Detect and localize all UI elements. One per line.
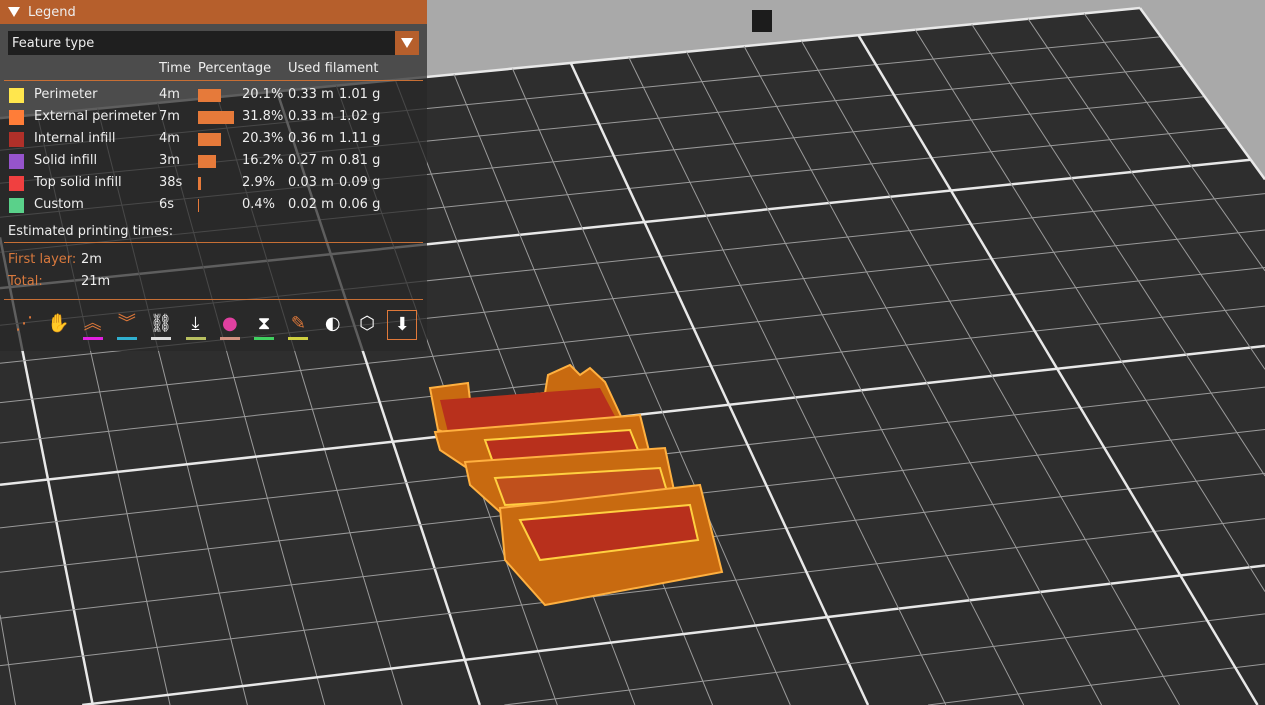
underline bbox=[151, 337, 172, 340]
feature-time: 6s bbox=[159, 197, 175, 212]
percentage-bar bbox=[198, 111, 234, 124]
feature-percentage: 16.2% bbox=[242, 153, 284, 168]
percentage-bar bbox=[198, 199, 199, 212]
legend-row[interactable]: External perimeter 7m 31.8% 0.33 m 1.02 … bbox=[0, 106, 427, 128]
feature-weight: 1.01 g bbox=[339, 87, 381, 102]
travel-icon: ⋰ bbox=[15, 313, 33, 334]
feature-percentage: 20.3% bbox=[242, 131, 284, 146]
feature-time: 3m bbox=[159, 153, 180, 168]
legend-row[interactable]: Solid infill 3m 16.2% 0.27 m 0.81 g bbox=[0, 150, 427, 172]
feature-label: Custom bbox=[34, 197, 84, 212]
header-percentage: Percentage bbox=[198, 61, 272, 76]
feature-weight: 1.02 g bbox=[339, 109, 381, 124]
legend-row[interactable]: Internal infill 4m 20.3% 0.36 m 1.11 g bbox=[0, 128, 427, 150]
retractions-icon: ︽ bbox=[83, 313, 102, 334]
tool-changes-icon: ⤓ bbox=[191, 313, 200, 334]
color-swatch bbox=[9, 110, 24, 125]
divider bbox=[4, 80, 423, 81]
legend-row[interactable]: Custom 6s 0.4% 0.02 m 0.06 g bbox=[0, 194, 427, 216]
underline bbox=[82, 337, 103, 340]
tool-marker-icon: ⬇ bbox=[394, 314, 410, 335]
seams-icon: ⛓ bbox=[149, 313, 173, 334]
center-of-gravity-icon: ◐ bbox=[324, 313, 341, 334]
legend-title: Legend bbox=[28, 4, 76, 20]
toggle-travel-button[interactable]: ⋰ bbox=[10, 310, 38, 338]
percentage-bar bbox=[198, 177, 202, 190]
collapse-triangle-icon bbox=[8, 7, 20, 17]
underline bbox=[185, 337, 206, 340]
feature-time: 4m bbox=[159, 131, 180, 146]
pause-prints-icon: ⧗ bbox=[257, 313, 271, 334]
percentage-bar bbox=[198, 155, 217, 168]
feature-length: 0.33 m bbox=[288, 109, 334, 124]
estimated-times-title: Estimated printing times: bbox=[8, 224, 174, 239]
feature-label: Top solid infill bbox=[34, 175, 122, 190]
feature-time: 7m bbox=[159, 109, 180, 124]
feature-percentage: 0.4% bbox=[242, 197, 276, 212]
view-type-select[interactable]: Feature type bbox=[8, 31, 419, 55]
color-swatch bbox=[9, 198, 24, 213]
toggle-retractions-button[interactable]: ︽ bbox=[79, 310, 107, 340]
feature-label: Perimeter bbox=[34, 87, 98, 102]
divider bbox=[4, 242, 423, 243]
underline bbox=[219, 337, 240, 340]
view-type-value: Feature type bbox=[12, 35, 95, 51]
percentage-bar bbox=[198, 89, 221, 102]
legend-panel: Legend Feature type Time Percentage Used… bbox=[0, 0, 427, 351]
legend-row[interactable]: Top solid infill 38s 2.9% 0.03 m 0.09 g bbox=[0, 172, 427, 194]
feature-percentage: 2.9% bbox=[242, 175, 276, 190]
feature-weight: 0.09 g bbox=[339, 175, 381, 190]
toggle-tool-marker-button[interactable]: ⬇ bbox=[387, 310, 418, 340]
underline bbox=[288, 337, 309, 340]
underline bbox=[254, 337, 275, 340]
toggle-wipe-button[interactable]: ✋ bbox=[44, 310, 72, 338]
feature-length: 0.33 m bbox=[288, 87, 334, 102]
dropdown-arrow-button[interactable] bbox=[395, 31, 419, 55]
chevron-down-icon bbox=[401, 38, 413, 48]
feature-time: 38s bbox=[159, 175, 183, 190]
wipe-icon: ✋ bbox=[47, 313, 70, 334]
feature-weight: 0.06 g bbox=[339, 197, 381, 212]
toggle-custom-gcodes-button[interactable]: ✎ bbox=[284, 310, 312, 340]
toggle-center-of-gravity-button[interactable]: ◐ bbox=[319, 310, 347, 338]
toggle-tool-changes-button[interactable]: ⤓ bbox=[182, 310, 210, 340]
feature-weight: 1.11 g bbox=[339, 131, 381, 146]
legend-row[interactable]: Perimeter 4m 20.1% 0.33 m 1.01 g bbox=[0, 84, 427, 106]
color-swatch bbox=[9, 88, 24, 103]
toggle-deretractions-button[interactable]: ︾ bbox=[113, 310, 141, 340]
deretractions-icon: ︾ bbox=[117, 313, 136, 334]
bed-clip bbox=[752, 10, 772, 32]
first-layer-label: First layer: bbox=[8, 252, 77, 267]
shells-icon: ⬡ bbox=[359, 313, 375, 334]
total-time: 21m bbox=[81, 274, 111, 289]
feature-length: 0.03 m bbox=[288, 175, 334, 190]
feature-percentage: 31.8% bbox=[242, 109, 284, 124]
color-swatch bbox=[9, 132, 24, 147]
feature-length: 0.36 m bbox=[288, 131, 334, 146]
feature-weight: 0.81 g bbox=[339, 153, 381, 168]
color-changes-icon: ● bbox=[221, 313, 238, 334]
feature-label: Internal infill bbox=[34, 131, 116, 146]
header-time: Time bbox=[159, 61, 191, 76]
divider bbox=[4, 299, 423, 300]
underline bbox=[116, 337, 137, 340]
header-used-filament: Used filament bbox=[288, 61, 379, 76]
color-swatch bbox=[9, 176, 24, 191]
feature-length: 0.02 m bbox=[288, 197, 334, 212]
percentage-bar bbox=[198, 133, 221, 146]
custom-gcodes-icon: ✎ bbox=[290, 313, 306, 334]
toggle-color-changes-button[interactable]: ● bbox=[216, 310, 244, 340]
feature-label: External perimeter bbox=[34, 109, 157, 124]
color-swatch bbox=[9, 154, 24, 169]
feature-label: Solid infill bbox=[34, 153, 98, 168]
feature-length: 0.27 m bbox=[288, 153, 334, 168]
total-label: Total: bbox=[8, 274, 43, 289]
first-layer-time: 2m bbox=[81, 252, 102, 267]
toggle-shells-button[interactable]: ⬡ bbox=[353, 310, 381, 338]
feature-time: 4m bbox=[159, 87, 180, 102]
toggle-pause-prints-button[interactable]: ⧗ bbox=[250, 310, 278, 340]
legend-header[interactable]: Legend bbox=[0, 0, 427, 24]
feature-percentage: 20.1% bbox=[242, 87, 284, 102]
toggle-seams-button[interactable]: ⛓ bbox=[147, 310, 175, 340]
